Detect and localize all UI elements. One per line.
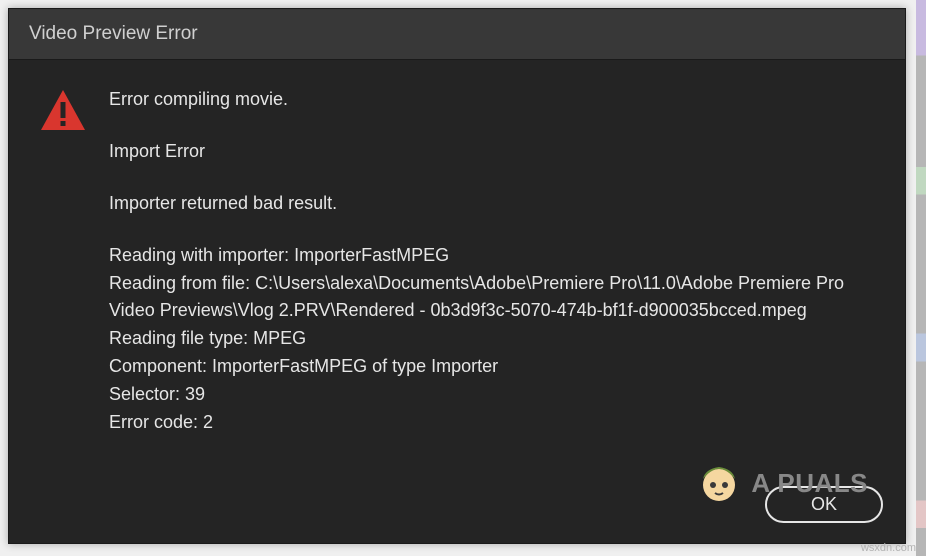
ok-button[interactable]: OK [765,486,883,523]
error-dialog: Video Preview Error Error compiling movi… [8,8,906,544]
dialog-icon-column [39,86,109,137]
msg-bad-result: Importer returned bad result. [109,190,875,218]
msg-reading-importer: Reading with importer: ImporterFastMPEG [109,242,875,270]
footer-url: wsxdn.com [861,542,916,554]
msg-reading-file: Reading from file: C:\Users\alexa\Docume… [109,270,875,326]
msg-selector: Selector: 39 [109,381,875,409]
msg-file-type: Reading file type: MPEG [109,325,875,353]
dialog-button-row: OK [9,486,905,543]
dialog-title: Video Preview Error [29,23,198,44]
msg-error-compiling: Error compiling movie. [109,86,875,114]
warning-icon [39,119,87,136]
msg-error-code: Error code: 2 [109,409,875,437]
dialog-content: Error compiling movie. Import Error Impo… [9,60,905,486]
dialog-message: Error compiling movie. Import Error Impo… [109,86,875,437]
dialog-titlebar: Video Preview Error [9,9,905,60]
msg-import-error: Import Error [109,138,875,166]
background-edge-strip [916,0,926,556]
msg-component: Component: ImporterFastMPEG of type Impo… [109,353,875,381]
